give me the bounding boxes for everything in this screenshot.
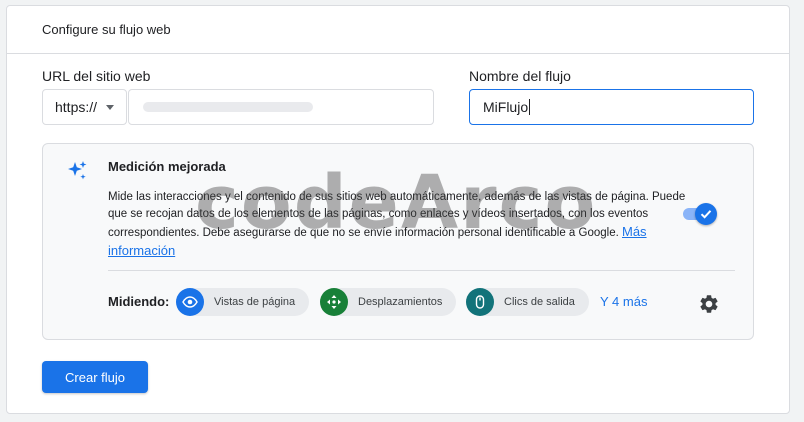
- measuring-label: Midiendo:: [108, 294, 170, 309]
- url-input[interactable]: [128, 89, 434, 125]
- scroll-icon: [320, 288, 348, 316]
- chip-label: Desplazamientos: [358, 296, 443, 308]
- chip-page-views: Vistas de página: [176, 288, 310, 316]
- enhanced-measurement-title: Medición mejorada: [108, 159, 226, 174]
- stream-setup-card: Configure su flujo web URL del sitio web…: [6, 5, 790, 414]
- protocol-value: https://: [55, 99, 98, 115]
- mouse-icon: [466, 288, 494, 316]
- stream-name-input[interactable]: MiFlujo: [469, 89, 754, 125]
- enhanced-measurement-toggle[interactable]: [683, 202, 717, 226]
- stream-name-label: Nombre del flujo: [469, 68, 571, 84]
- card-header: Configure su flujo web: [7, 6, 789, 54]
- chip-label: Clics de salida: [504, 296, 575, 308]
- enhanced-measurement-description: Mide las interacciones y el contenido de…: [108, 189, 688, 261]
- create-stream-button[interactable]: Crear flujo: [42, 361, 148, 393]
- toggle-knob: [695, 203, 717, 225]
- url-blurred-value: [143, 102, 313, 112]
- sparkle-icon: [68, 161, 87, 180]
- chevron-down-icon: [106, 104, 115, 110]
- gear-icon[interactable]: [698, 293, 720, 315]
- page-title: Configure su flujo web: [42, 22, 171, 37]
- description-text: Mide las interacciones y el contenido de…: [108, 191, 686, 239]
- more-events-link[interactable]: Y 4 más: [600, 294, 647, 309]
- text-cursor: [529, 99, 531, 115]
- stream-name-value: MiFlujo: [483, 99, 529, 115]
- chip-label: Vistas de página: [214, 296, 296, 308]
- eye-icon: [176, 288, 204, 316]
- url-label: URL del sitio web: [42, 68, 151, 84]
- chip-outbound-clicks: Clics de salida: [466, 288, 589, 316]
- enhanced-measurement-panel: Medición mejorada Mide las interacciones…: [42, 143, 754, 340]
- checkmark-icon: [700, 210, 712, 219]
- protocol-select[interactable]: https://: [42, 89, 127, 125]
- divider: [108, 270, 735, 271]
- chip-scrolls: Desplazamientos: [320, 288, 457, 316]
